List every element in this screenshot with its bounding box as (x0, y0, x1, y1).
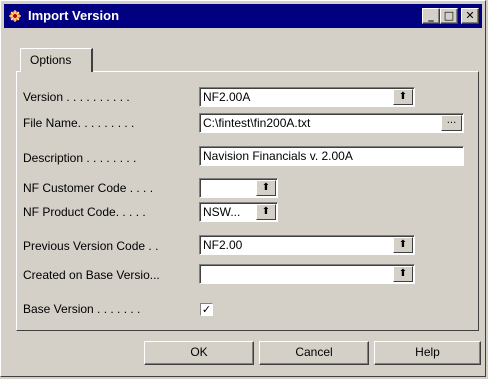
nf-product-code-dropdown-button[interactable]: ⬆ (256, 204, 276, 220)
nf-customer-code-label: NF Customer Code . . . . (23, 181, 154, 195)
nf-customer-code-dropdown-button[interactable]: ⬆ (256, 180, 276, 196)
file-name-label: File Name. . . . . . . . . (23, 116, 135, 130)
cancel-button[interactable]: Cancel (259, 341, 369, 365)
nf-customer-code-field[interactable]: ⬆ (199, 178, 278, 198)
title-bar[interactable]: Import Version _ □ ✕ (4, 4, 482, 28)
nf-product-code-label: NF Product Code. . . . . (23, 205, 146, 219)
previous-version-code-field[interactable]: NF2.00 ⬆ (199, 235, 415, 255)
help-button[interactable]: Help (374, 341, 481, 365)
description-field[interactable]: Navision Financials v. 2.00A (199, 146, 464, 166)
description-value: Navision Financials v. 2.00A (203, 149, 353, 163)
import-version-dialog: Import Version _ □ ✕ Options Version . .… (0, 0, 486, 377)
minimize-button[interactable]: _ (422, 8, 440, 24)
version-field[interactable]: NF2.00A ⬆ (199, 87, 415, 107)
close-button[interactable]: ✕ (461, 8, 479, 24)
options-panel (16, 71, 479, 331)
window-title: Import Version (28, 8, 120, 23)
description-label: Description . . . . . . . . (23, 151, 137, 165)
base-version-checkbox[interactable]: ✓ (200, 303, 213, 316)
created-on-base-version-dropdown-button[interactable]: ⬆ (393, 266, 413, 282)
file-browse-button[interactable]: ... (441, 115, 462, 131)
app-icon (9, 10, 21, 22)
tab-options-label: Options (30, 53, 72, 67)
version-value: NF2.00A (203, 90, 251, 104)
tab-options[interactable]: Options (20, 48, 93, 72)
ok-button[interactable]: OK (144, 341, 254, 365)
nf-product-code-value: NSW... (203, 205, 241, 219)
nf-product-code-field[interactable]: NSW... ⬆ (199, 202, 278, 222)
previous-version-code-dropdown-button[interactable]: ⬆ (393, 237, 413, 253)
created-on-base-version-label: Created on Base Versio... (23, 268, 160, 282)
file-name-value: C:\fintest\fin200A.txt (203, 116, 311, 130)
maximize-button[interactable]: □ (440, 8, 458, 24)
file-name-field[interactable]: C:\fintest\fin200A.txt ... (199, 113, 464, 133)
created-on-base-version-field[interactable]: ⬆ (199, 264, 415, 284)
previous-version-code-label: Previous Version Code . . (23, 239, 159, 253)
previous-version-code-value: NF2.00 (203, 238, 243, 252)
version-dropdown-button[interactable]: ⬆ (393, 89, 413, 105)
version-label: Version . . . . . . . . . . (23, 90, 130, 104)
base-version-label: Base Version . . . . . . . (23, 302, 141, 316)
